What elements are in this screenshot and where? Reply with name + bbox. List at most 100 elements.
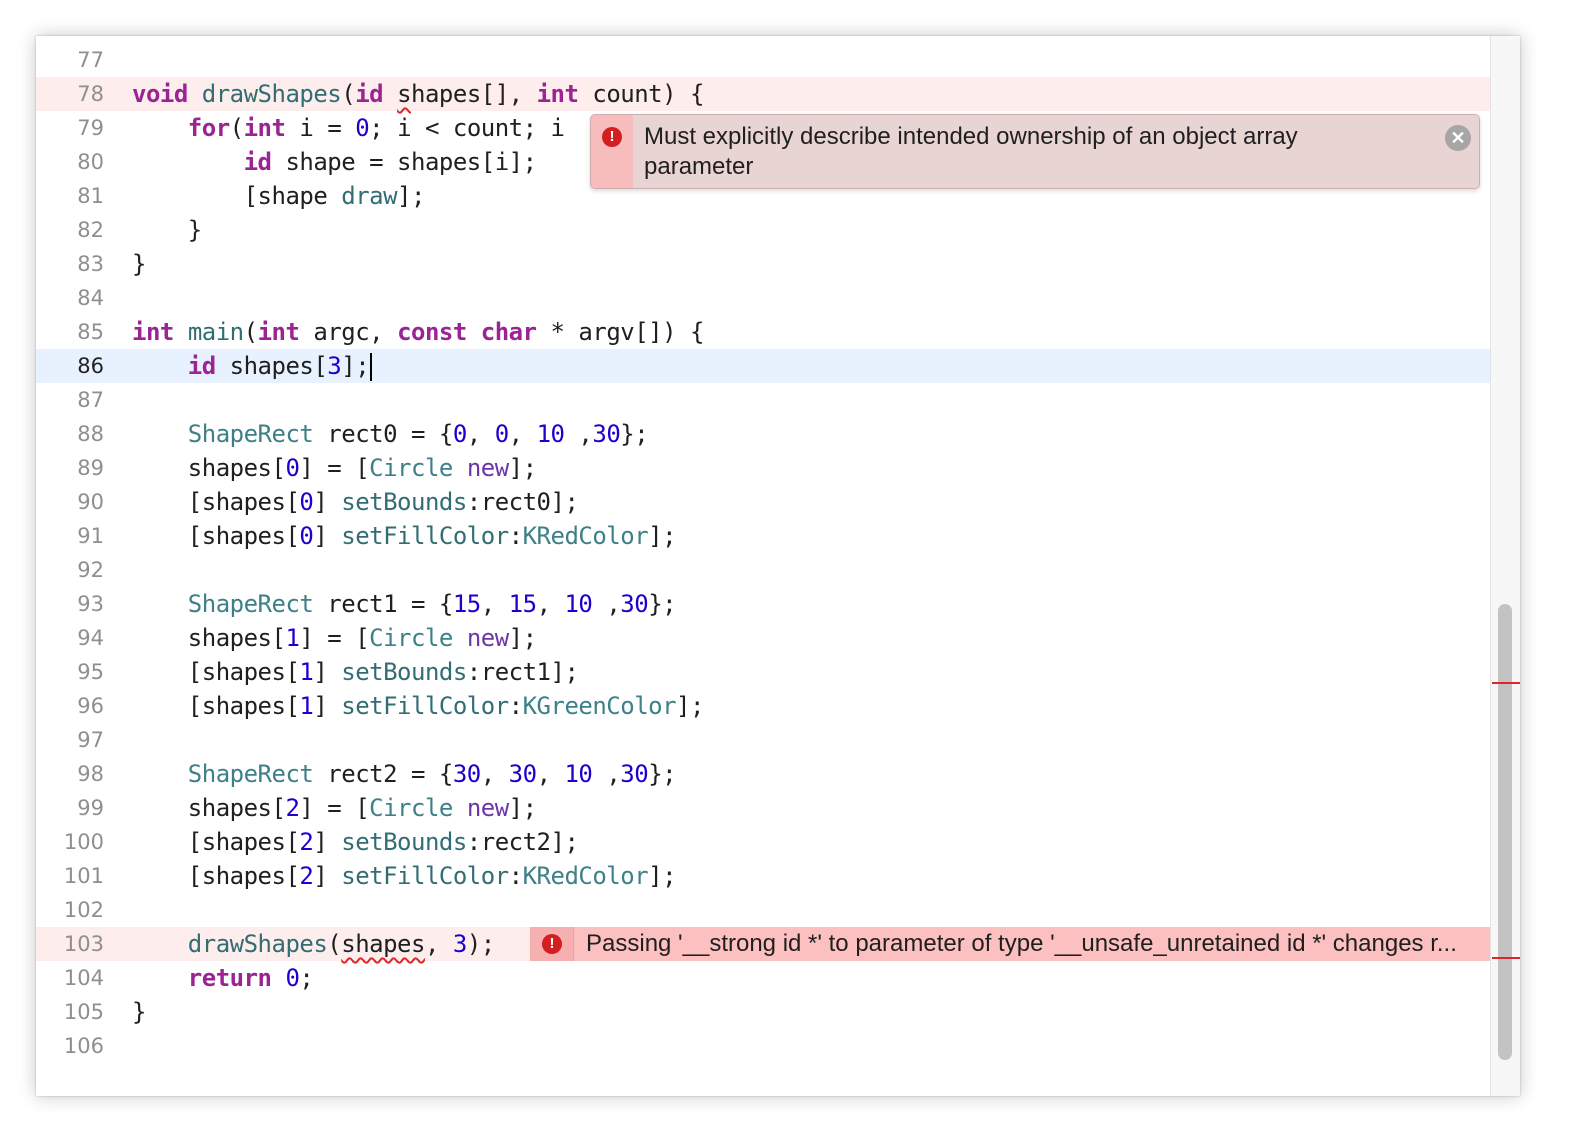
line-code: [shapes[0] setFillColor:KRedColor]; <box>132 519 677 553</box>
code-line[interactable]: 104 return 0; <box>36 961 1490 995</box>
code-token: , <box>536 590 565 618</box>
code-line[interactable]: 88 ShapeRect rect0 = {0, 0, 10 ,30}; <box>36 417 1490 451</box>
code-token: , <box>480 590 509 618</box>
code-token: const <box>397 318 467 346</box>
line-code: void drawShapes(id shapes[], int count) … <box>132 77 704 111</box>
code-token: 0 <box>452 420 467 448</box>
code-token: 30 <box>592 420 621 448</box>
code-line[interactable]: 97 <box>36 723 1490 757</box>
line-number: 105 <box>63 1000 104 1024</box>
scrollbar-error-marker[interactable] <box>1492 957 1520 959</box>
code-editor[interactable]: 77 78 void drawShapes(id shapes[], int cou… <box>36 36 1490 1096</box>
code-line[interactable]: 102 <box>36 893 1490 927</box>
code-token: char <box>480 318 537 346</box>
code-line[interactable]: 103 drawShapes(shapes, 3);! Passing '__st… <box>36 927 1490 961</box>
line-code: ShapeRect rect0 = {0, 0, 10 ,30}; <box>132 417 649 451</box>
code-token: 2 <box>285 794 300 822</box>
code-token: ]; <box>341 352 370 380</box>
code-token: 30 <box>620 760 649 788</box>
code-token: int <box>132 318 174 346</box>
line-code: [shapes[1] setBounds:rect1]; <box>132 655 579 689</box>
code-token: 2 <box>299 862 314 890</box>
code-line[interactable]: 94 shapes[1] = [Circle new]; <box>36 621 1490 655</box>
code-token: 15 <box>508 590 537 618</box>
code-token: rect1 = { <box>313 590 453 618</box>
code-token: , <box>424 930 453 958</box>
code-line[interactable]: 106 <box>36 1029 1490 1063</box>
code-line[interactable]: 86 id shapes[3]; <box>36 349 1490 383</box>
code-token: for <box>187 114 230 142</box>
code-token: ( <box>243 318 258 346</box>
line-number: 88 <box>77 422 104 446</box>
code-token: new <box>466 624 509 652</box>
code-token: shapes[ <box>132 794 286 822</box>
close-icon[interactable]: ✕ <box>1445 125 1471 151</box>
code-line[interactable]: 98 ShapeRect rect2 = {30, 30, 10 ,30}; <box>36 757 1490 791</box>
line-number: 91 <box>77 524 104 548</box>
code-token: [shapes[ <box>132 488 300 516</box>
code-line[interactable]: 99 shapes[2] = [Circle new]; <box>36 791 1490 825</box>
code-line[interactable]: 101 [shapes[2] setFillColor:KRedColor]; <box>36 859 1490 893</box>
code-token: ( <box>229 114 244 142</box>
code-line[interactable]: 82 } <box>36 213 1490 247</box>
code-token: 2 <box>299 828 314 856</box>
line-number: 96 <box>77 694 104 718</box>
code-token: drawShapes <box>187 930 328 958</box>
code-token: rect2 = { <box>313 760 453 788</box>
code-line[interactable]: 87 <box>36 383 1490 417</box>
code-token: int <box>243 114 286 142</box>
code-line[interactable]: 96 [shapes[1] setFillColor:KGreenColor]; <box>36 689 1490 723</box>
code-token: 10 <box>536 420 565 448</box>
line-number: 78 <box>77 82 104 106</box>
code-line[interactable]: 84 <box>36 281 1490 315</box>
error-underline-token: shapes <box>341 930 425 958</box>
code-line[interactable]: 85 int main(int argc, const char * argv[]… <box>36 315 1490 349</box>
scrollbar-error-marker[interactable] <box>1492 682 1520 684</box>
text-cursor <box>370 353 373 381</box>
line-number: 84 <box>77 286 104 310</box>
code-line[interactable]: 93 ShapeRect rect1 = {15, 15, 10 ,30}; <box>36 587 1490 621</box>
code-token: KGreenColor <box>522 692 677 720</box>
code-token: main <box>187 318 244 346</box>
code-token: shapes[ <box>215 352 328 380</box>
line-code: drawShapes(shapes, 3); <box>132 927 495 961</box>
code-token: ]; <box>648 862 677 890</box>
code-line[interactable]: 100 [shapes[2] setBounds:rect2]; <box>36 825 1490 859</box>
code-token: } <box>132 250 146 278</box>
code-token: setBounds <box>341 488 467 516</box>
code-line[interactable]: 90 [shapes[0] setBounds:rect0]; <box>36 485 1490 519</box>
code-token: int <box>257 318 300 346</box>
error-popup-gutter <box>591 115 633 188</box>
code-line[interactable]: 89 shapes[0] = [Circle new]; <box>36 451 1490 485</box>
code-line[interactable]: 83} <box>36 247 1490 281</box>
code-line[interactable]: 77 <box>36 43 1490 77</box>
line-number: 90 <box>77 490 104 514</box>
line-code: id shapes[3]; <box>132 349 373 383</box>
code-line[interactable]: 78 void drawShapes(id shapes[], int count… <box>36 77 1490 111</box>
inline-error-banner[interactable]: ! Passing '__strong id *' to parameter of… <box>530 927 1490 961</box>
code-line[interactable]: 91 [shapes[0] setFillColor:KRedColor]; <box>36 519 1490 553</box>
line-number: 93 <box>77 592 104 616</box>
code-line[interactable]: 92 <box>36 553 1490 587</box>
code-token: }; <box>648 590 677 618</box>
code-line[interactable]: 105} <box>36 995 1490 1029</box>
line-code: } <box>132 247 146 281</box>
line-code: for(int i = 0; i < count; i <box>132 111 565 145</box>
error-popup: ! Must explicitly describe intended owne… <box>590 114 1480 189</box>
code-token: shape = shapes[i]; <box>271 148 537 176</box>
line-number: 85 <box>77 320 104 344</box>
code-token: Circle <box>369 624 453 652</box>
line-code: [shapes[2] setFillColor:KRedColor]; <box>132 859 677 893</box>
code-token: id <box>355 80 384 108</box>
scrollbar-thumb[interactable] <box>1498 604 1512 1060</box>
code-token: [shapes[ <box>132 658 300 686</box>
code-token: 30 <box>620 590 649 618</box>
code-line[interactable]: 95 [shapes[1] setBounds:rect1]; <box>36 655 1490 689</box>
code-token: 10 <box>564 590 593 618</box>
